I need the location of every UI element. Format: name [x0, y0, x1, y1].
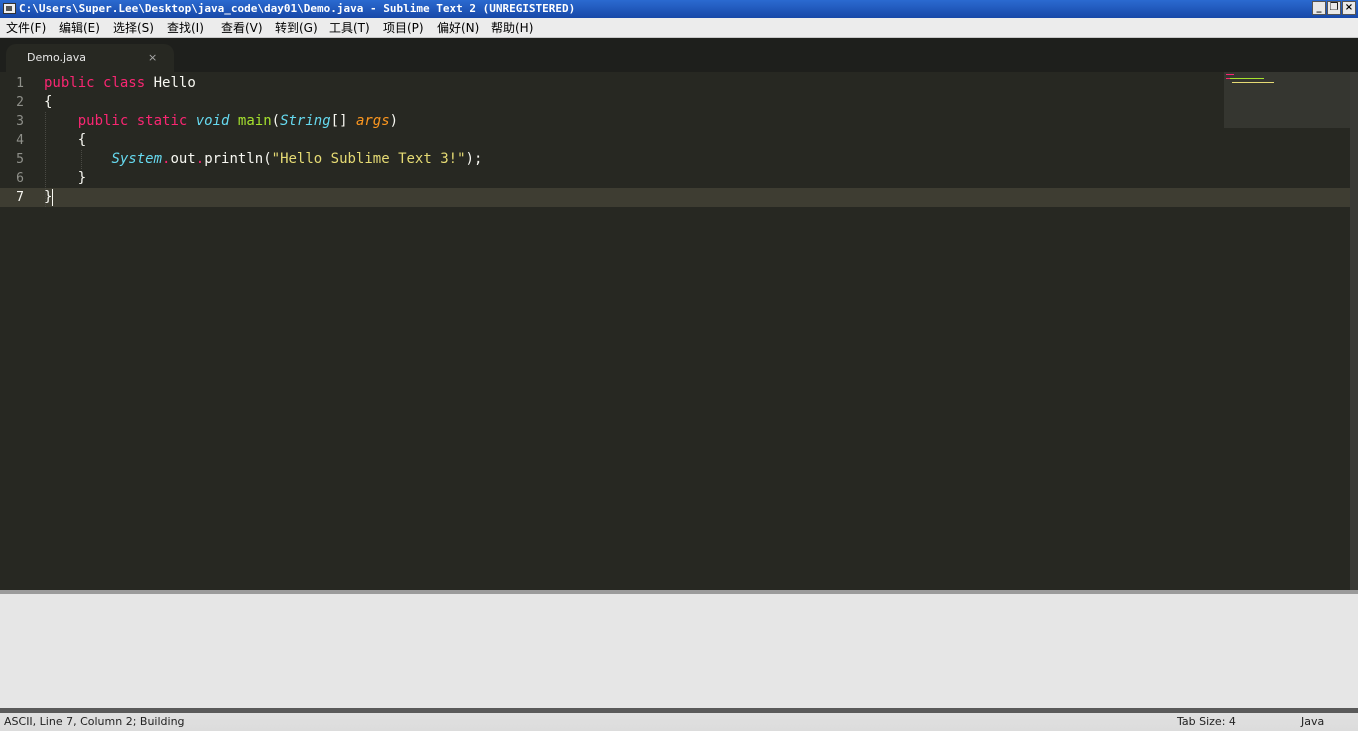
close-window-button[interactable]: ×: [1342, 1, 1356, 15]
menu-find[interactable]: 查找(I): [167, 18, 204, 38]
line-number: 6: [16, 171, 24, 186]
line-number-gutter: 1 2 3 4 5 6 7: [0, 72, 36, 590]
code-line-6: }: [44, 169, 86, 188]
menu-bar: 文件(F) 编辑(E) 选择(S) 查找(I) 查看(V) 转到(G) 工具(T…: [0, 18, 1358, 38]
keyword: static: [136, 113, 188, 129]
tab-demo-java[interactable]: Demo.java ×: [6, 44, 174, 72]
line-number: 4: [16, 133, 24, 148]
app-icon[interactable]: [3, 3, 16, 14]
paren: (: [263, 151, 272, 167]
window-title: C:\Users\Super.Lee\Desktop\java_code\day…: [19, 2, 576, 15]
line-number: 1: [16, 76, 24, 91]
minimap-line: [1226, 74, 1234, 75]
text-cursor: [52, 188, 54, 206]
tab-label: Demo.java: [27, 51, 87, 64]
paren: ): [389, 113, 399, 129]
line-number: 3: [16, 114, 24, 129]
menu-view[interactable]: 查看(V): [221, 18, 263, 38]
minimap-line: [1232, 82, 1274, 83]
paren: (: [271, 113, 281, 129]
minimap-line: [1230, 78, 1264, 79]
code-editor[interactable]: 1 2 3 4 5 6 7 public class Hello { publi…: [0, 72, 1358, 590]
menu-goto[interactable]: 转到(G): [275, 18, 318, 38]
method: println: [204, 151, 264, 167]
code-line-3: public static void main(String[] args): [44, 112, 398, 131]
type: void: [195, 113, 230, 129]
title-bar: C:\Users\Super.Lee\Desktop\java_code\day…: [0, 0, 1358, 18]
code-line-5: System.out.println("Hello Sublime Text 3…: [44, 150, 482, 169]
build-output-panel[interactable]: [0, 594, 1358, 708]
minimap[interactable]: [1224, 72, 1350, 128]
keyword: class: [103, 75, 146, 91]
status-tab-size[interactable]: Tab Size: 4: [1177, 713, 1236, 731]
operator: .: [195, 151, 205, 167]
menu-preferences[interactable]: 偏好(N): [437, 18, 479, 38]
code-line-4: {: [44, 131, 86, 150]
class-name: Hello: [153, 75, 196, 91]
parameter: args: [355, 113, 390, 129]
status-bar: ASCII, Line 7, Column 2; Building Tab Si…: [0, 708, 1358, 731]
type: String: [280, 113, 331, 129]
menu-edit[interactable]: 编辑(E): [59, 18, 100, 38]
minimize-button[interactable]: _: [1312, 1, 1326, 15]
type: System: [111, 151, 163, 167]
field: out: [170, 151, 196, 167]
tab-close-icon[interactable]: ×: [148, 44, 157, 72]
code-line-1: public class Hello: [44, 74, 196, 93]
vertical-scrollbar[interactable]: [1350, 72, 1358, 590]
brackets: []: [330, 113, 348, 129]
tab-bar: Demo.java ×: [0, 38, 1358, 72]
menu-file[interactable]: 文件(F): [6, 18, 46, 38]
keyword: public: [44, 75, 95, 91]
line-number: 2: [16, 95, 24, 110]
brace: }: [77, 170, 87, 186]
code-line-2: {: [44, 93, 52, 112]
current-line-highlight: [0, 188, 1350, 207]
function-name: main: [237, 113, 272, 129]
statement-end: );: [465, 151, 483, 167]
menu-help[interactable]: 帮助(H): [491, 18, 533, 38]
line-number: 5: [16, 152, 24, 167]
line-number-current: 7: [16, 190, 24, 205]
string-literal: "Hello Sublime Text 3!": [271, 151, 466, 167]
menu-tools[interactable]: 工具(T): [329, 18, 370, 38]
menu-project[interactable]: 项目(P): [383, 18, 424, 38]
menu-selection[interactable]: 选择(S): [113, 18, 154, 38]
keyword: public: [77, 113, 129, 129]
status-syntax[interactable]: Java: [1301, 713, 1324, 731]
brace: {: [44, 94, 53, 110]
code-line-7: }: [44, 188, 54, 207]
brace: }: [44, 189, 53, 205]
restore-button[interactable]: ❐: [1327, 1, 1341, 15]
brace: {: [77, 132, 87, 148]
status-position: ASCII, Line 7, Column 2; Building: [4, 715, 185, 728]
